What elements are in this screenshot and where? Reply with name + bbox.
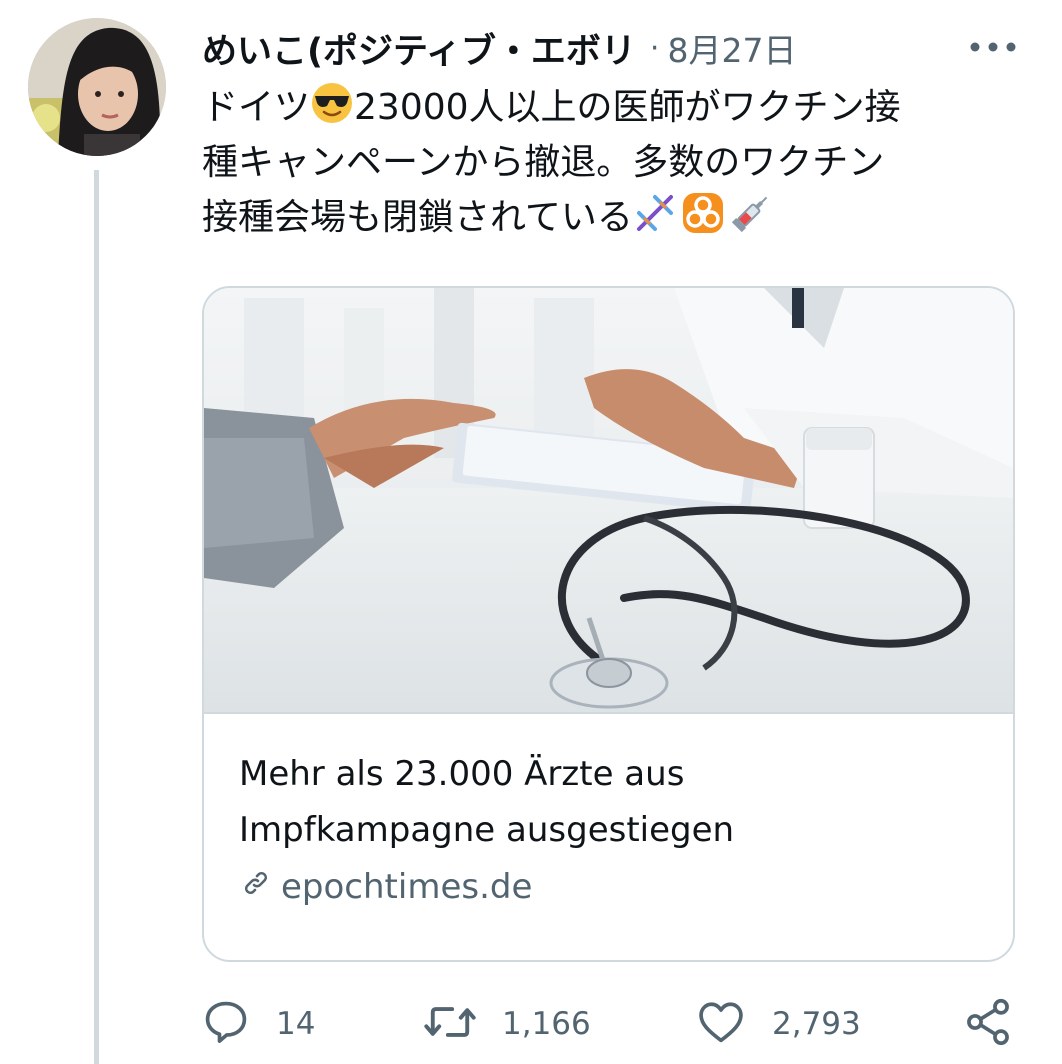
card-title-line-1: Mehr als 23.000 Ärzte aus — [239, 754, 685, 794]
tweet-header: めいこ(ポジティブ・エボリ · 8月27日 — [202, 20, 1022, 76]
retweet-button[interactable]: 1,166 — [422, 996, 591, 1052]
syringe-icon — [729, 191, 773, 235]
share-icon — [962, 996, 1014, 1052]
display-name[interactable]: めいこ(ポジティブ・エボリ — [202, 23, 636, 74]
link-card[interactable]: Mehr als 23.000 Ärzte aus Impfkampagne a… — [202, 286, 1015, 962]
tweet-text: ドイツ 23000人以上の医師がワクチン接 種キャンペーンから撤退。多数のワクチ… — [202, 80, 1022, 245]
reply-button[interactable]: 14 — [200, 996, 315, 1052]
reply-icon — [200, 996, 252, 1052]
like-count: 2,793 — [772, 1006, 861, 1042]
text-segment: 23000人以上の医師がワクチン接 — [354, 87, 901, 128]
retweet-icon — [422, 996, 478, 1052]
tweet-text-line-2: 種キャンペーンから撤退。多数のワクチン — [202, 142, 885, 183]
action-bar: 14 1,166 2,793 — [200, 996, 1020, 1052]
text-segment: 接種会場も閉鎖されている — [202, 197, 633, 238]
link-icon — [239, 866, 281, 909]
card-image[interactable] — [204, 288, 1013, 714]
card-domain-text: epochtimes.de — [281, 867, 533, 907]
smiling-face-with-sunglasses-icon — [310, 81, 354, 125]
avatar[interactable] — [28, 18, 166, 156]
like-icon — [694, 996, 748, 1052]
share-button[interactable] — [962, 996, 1014, 1052]
tweet-text-line-1: ドイツ 23000人以上の医師がワクチン接 — [202, 80, 1022, 135]
more-horizontal-icon[interactable] — [965, 24, 1021, 70]
biohazard-icon — [681, 191, 725, 235]
card-domain[interactable]: epochtimes.de — [239, 862, 532, 912]
tweet-text-line-3: 接種会場も閉鎖されている — [202, 190, 1022, 245]
separator-dot: · — [649, 30, 660, 66]
thread-line — [94, 170, 99, 1064]
card-title-line-2: Impfkampagne ausgestiegen — [239, 810, 735, 850]
like-button[interactable]: 2,793 — [694, 996, 861, 1052]
tweet-date[interactable]: 8月27日 — [667, 24, 796, 72]
reply-count: 14 — [276, 1006, 316, 1042]
dna-icon — [633, 191, 677, 235]
retweet-count: 1,166 — [502, 1006, 591, 1042]
card-title[interactable]: Mehr als 23.000 Ärzte aus Impfkampagne a… — [239, 746, 979, 858]
text-segment: ドイツ — [202, 87, 311, 128]
